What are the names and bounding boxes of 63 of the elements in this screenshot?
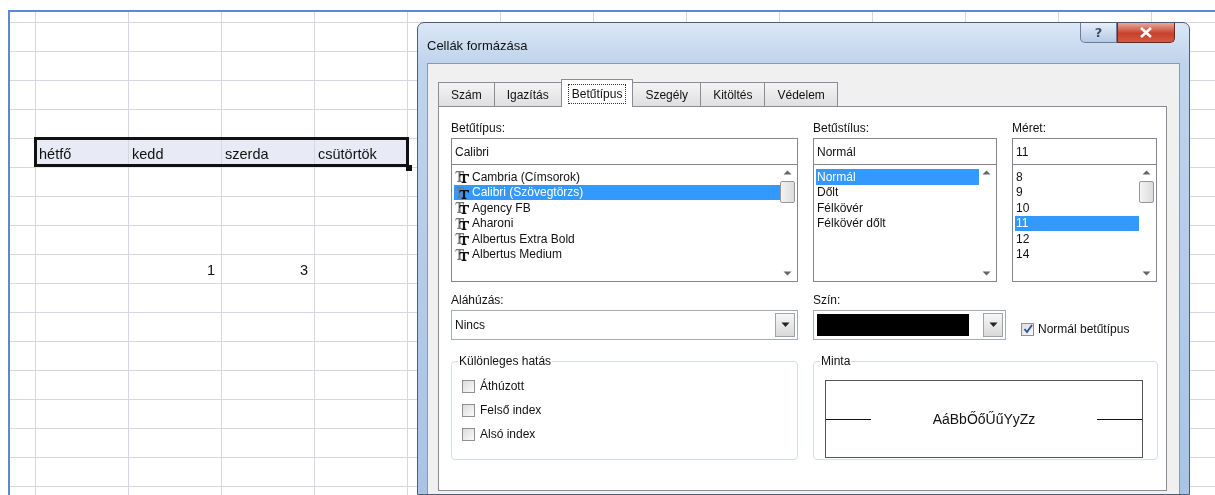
checkbox-label: Alsó index	[480, 427, 536, 441]
input-field[interactable]: Calibri	[451, 138, 798, 165]
scroll-up-icon[interactable]	[1142, 169, 1151, 175]
tab[interactable]: Védelem	[764, 82, 838, 106]
list-item[interactable]: Agency FB	[454, 200, 780, 216]
scroll-up-icon[interactable]	[783, 169, 792, 175]
tab[interactable]: Igazítás	[493, 82, 562, 106]
field-label: Méret:	[1012, 121, 1047, 137]
dropdown[interactable]: Nincs	[451, 310, 798, 340]
checkbox-label: Normál betűtípus	[1038, 322, 1130, 336]
scroll-down-icon[interactable]	[783, 271, 792, 277]
list-item[interactable]: Félkövér dőlt	[816, 215, 979, 231]
help-button[interactable]: ?	[1080, 23, 1117, 43]
list-item[interactable]: Albertus Extra Bold	[454, 231, 780, 247]
scroll-down-icon[interactable]	[982, 271, 991, 277]
list-item[interactable]: Félkövér	[816, 200, 979, 216]
scroll-down-icon[interactable]	[1142, 271, 1151, 277]
list-item[interactable]: 12	[1015, 231, 1139, 247]
checkbox-label: Felső index	[480, 403, 542, 417]
checkbox[interactable]	[462, 403, 475, 417]
list-item[interactable]: Albertus Medium	[454, 246, 780, 262]
field-label: Betűtípus:	[451, 121, 507, 137]
list-item[interactable]: 14	[1015, 246, 1139, 262]
field-label: Aláhúzás:	[451, 293, 505, 309]
group-title: Különleges hatás	[458, 354, 553, 368]
input-field[interactable]: 11	[1012, 138, 1157, 165]
color-dropdown[interactable]	[813, 310, 1006, 340]
font-icon	[455, 201, 469, 215]
table-cell[interactable]: 3	[222, 256, 314, 284]
font-icon	[455, 170, 469, 184]
fill-handle[interactable]	[406, 165, 412, 171]
field-label: Szín:	[813, 293, 842, 309]
checkbox[interactable]	[462, 379, 475, 393]
checkbox[interactable]	[1021, 322, 1034, 336]
font-icon	[455, 247, 469, 261]
tab[interactable]: Szegély	[632, 82, 702, 106]
dropdown-icon	[780, 322, 790, 328]
checkbox[interactable]	[462, 427, 475, 441]
table-cell[interactable]: 1	[129, 256, 221, 284]
tab[interactable]: Szám	[438, 82, 495, 106]
checkbox-label: Áthúzott	[480, 379, 525, 393]
window-title: Cellák formázása	[427, 38, 528, 53]
preview-text: AáBbŐőŰűYyZz	[932, 411, 1036, 427]
scroll-thumb[interactable]	[780, 181, 795, 203]
group-title: Minta	[820, 354, 852, 368]
list-item[interactable]: 9	[1015, 184, 1139, 200]
list-item[interactable]: 8	[1015, 169, 1139, 185]
scroll-thumb[interactable]	[1139, 181, 1154, 203]
tab[interactable]: Kitöltés	[700, 82, 766, 106]
list-item[interactable]: 10	[1015, 200, 1139, 216]
font-icon	[455, 185, 469, 199]
input-field[interactable]: Normál	[813, 138, 997, 165]
dropdown-icon	[988, 322, 998, 328]
tab[interactable]: Betűtípus	[560, 79, 634, 107]
list-item[interactable]: Cambria (Címsorok)	[454, 169, 780, 185]
field-label: Betűstílus:	[813, 121, 871, 137]
close-icon	[1139, 27, 1153, 38]
font-icon	[455, 216, 469, 230]
list-item[interactable]: Dőlt	[816, 184, 979, 200]
list-item[interactable]: Aharoni	[454, 215, 780, 231]
font-icon	[455, 232, 469, 246]
close-button[interactable]	[1117, 23, 1175, 43]
scroll-up-icon[interactable]	[982, 169, 991, 175]
